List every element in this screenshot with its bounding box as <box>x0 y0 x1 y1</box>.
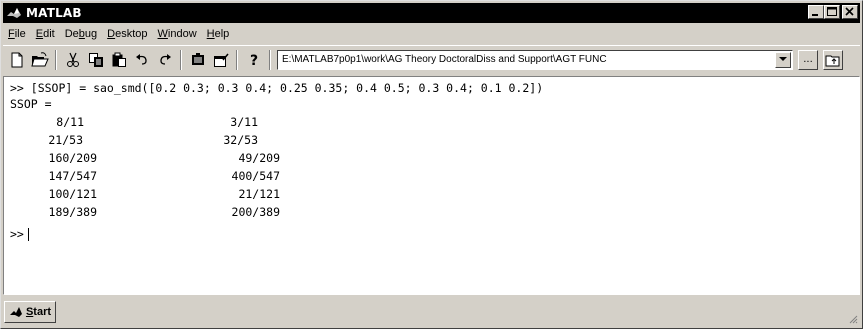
menu-debug-prefix: De <box>64 27 79 40</box>
menu-desktop-label: esktop <box>115 27 148 40</box>
minimize-button[interactable] <box>808 5 824 19</box>
simulink-button[interactable] <box>186 49 209 71</box>
menu-file[interactable]: File <box>3 28 31 40</box>
minimize-icon <box>812 14 818 16</box>
command-line: >> [SSOP] = sao_smd([0.2 0.3; 0.3 0.4; 0… <box>10 81 544 95</box>
open-folder-icon <box>30 51 49 66</box>
toolbar-separator <box>236 49 238 70</box>
paste-icon <box>112 52 126 67</box>
prompt-symbol: >> <box>10 227 24 241</box>
menu-window[interactable]: Window <box>153 28 202 40</box>
close-button[interactable] <box>842 5 858 19</box>
chevron-down-icon <box>779 57 787 61</box>
undo-button[interactable] <box>130 49 153 71</box>
simulink-icon <box>191 52 204 65</box>
menu-debug-label: ug <box>84 27 98 40</box>
status-bar: Start <box>3 298 860 326</box>
menu-window-mnemonic: W <box>157 27 168 40</box>
menu-help-mnemonic: H <box>206 27 215 40</box>
title-bar[interactable]: MATLAB <box>3 3 860 23</box>
up-folder-button[interactable] <box>823 49 843 70</box>
guide-icon <box>213 53 229 67</box>
undo-icon <box>135 53 147 65</box>
start-label: tart <box>33 306 52 318</box>
menu-file-label: ile <box>14 27 26 40</box>
toolbar-separator <box>269 49 271 70</box>
matlab-logo-icon <box>6 5 22 21</box>
current-directory-dropdown-button[interactable] <box>775 51 791 68</box>
matrix-cell: 49/209 <box>238 151 280 165</box>
close-icon <box>845 7 854 16</box>
matlab-start-icon <box>9 307 22 317</box>
menu-bar: File Edit Debug Desktop Window Help <box>3 24 860 43</box>
help-icon: ? <box>250 53 258 68</box>
new-file-icon <box>11 52 22 67</box>
maximize-icon <box>827 7 837 16</box>
menu-desktop-mnemonic: D <box>107 27 116 40</box>
matrix-cell: 147/547 <box>48 169 97 183</box>
open-button[interactable] <box>28 49 51 71</box>
cut-button[interactable] <box>61 49 84 71</box>
browse-folder-button[interactable]: ... <box>798 49 818 70</box>
paste-button[interactable] <box>107 49 130 71</box>
browse-folder-label: ... <box>803 54 813 65</box>
toolbar: ? E:\MATLAB7p0p1\work\AG Theory Doctoral… <box>3 45 860 73</box>
menu-edit-label: dit <box>43 27 55 40</box>
cut-icon <box>66 52 79 67</box>
menu-help-label: elp <box>214 27 230 40</box>
matrix-cell: 21/53 <box>48 133 83 147</box>
start-button[interactable]: Start <box>4 301 56 323</box>
matrix-cell: 200/389 <box>231 205 280 219</box>
matrix-cell: 8/11 <box>56 115 84 129</box>
up-folder-icon <box>825 55 840 66</box>
matrix-cell: 21/121 <box>238 187 280 201</box>
matrix-cell: 32/53 <box>223 133 258 147</box>
resize-grip-icon[interactable] <box>848 314 858 324</box>
menu-edit-mnemonic: E <box>35 27 44 40</box>
matlab-window: MATLAB File Edit Debug Desktop Window He… <box>0 0 863 329</box>
help-button[interactable]: ? <box>242 49 265 71</box>
svg-text:?: ? <box>250 53 258 68</box>
current-directory-path: E:\MATLAB7p0p1\work\AG Theory DoctoralDi… <box>282 54 607 65</box>
menu-debug[interactable]: Debug <box>60 28 102 40</box>
redo-button[interactable] <box>153 49 176 71</box>
command-prompt[interactable]: >> <box>10 227 29 242</box>
toolbar-separator <box>180 49 182 70</box>
matrix-cell: 160/209 <box>48 151 97 165</box>
matrix-cell: 400/547 <box>231 169 280 183</box>
menu-file-mnemonic: F <box>8 27 15 40</box>
matrix-cell: 189/389 <box>48 205 97 219</box>
matrix-cell: 100/121 <box>48 187 97 201</box>
menu-desktop[interactable]: Desktop <box>102 28 152 40</box>
new-file-button[interactable] <box>5 49 28 71</box>
text-cursor <box>27 228 29 241</box>
redo-icon <box>159 53 171 65</box>
guide-button[interactable] <box>209 49 232 71</box>
command-window[interactable]: >> [SSOP] = sao_smd([0.2 0.3; 0.3 0.4; 0… <box>3 76 860 295</box>
result-variable-name: SSOP = <box>10 97 52 111</box>
current-directory-field[interactable]: E:\MATLAB7p0p1\work\AG Theory DoctoralDi… <box>277 49 793 70</box>
menu-edit[interactable]: Edit <box>31 28 60 40</box>
window-title: MATLAB <box>26 6 82 20</box>
menu-window-label: indow <box>167 27 197 40</box>
copy-icon <box>88 52 103 67</box>
copy-button[interactable] <box>84 49 107 71</box>
menu-help[interactable]: Help <box>202 28 235 40</box>
maximize-button[interactable] <box>824 5 840 19</box>
matrix-cell: 3/11 <box>230 115 258 129</box>
toolbar-separator <box>55 49 57 70</box>
